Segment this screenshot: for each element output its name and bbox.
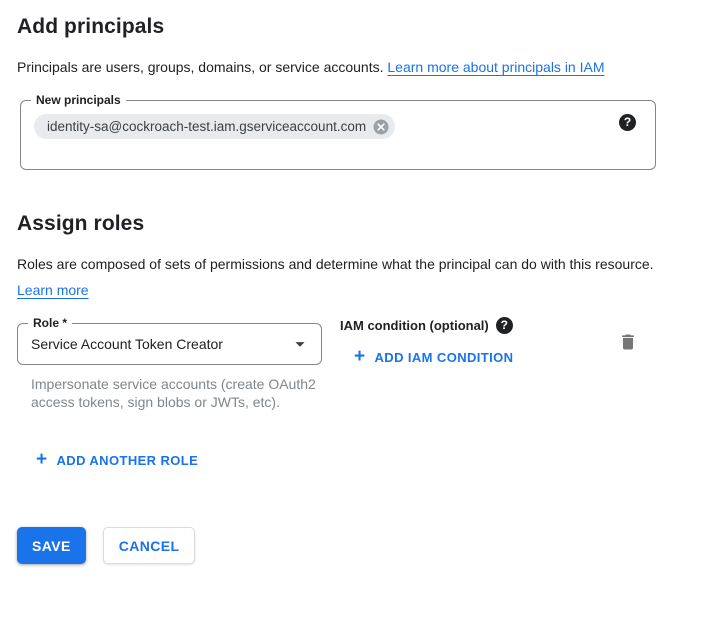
add-iam-condition-label: ADD IAM CONDITION (375, 350, 514, 365)
role-selected-value: Service Account Token Creator (31, 336, 223, 352)
role-row: Role * Service Account Token Creator Imp… (17, 323, 656, 411)
principals-description: Principals are users, groups, domains, o… (17, 54, 672, 80)
assign-roles-description: Roles are composed of sets of permission… (17, 251, 672, 303)
role-helper-text: Impersonate service accounts (create OAu… (31, 375, 323, 411)
new-principals-label: New principals (31, 92, 126, 109)
iam-condition-column: IAM condition (optional) ? + ADD IAM CON… (340, 317, 570, 368)
principal-chip-remove-button[interactable] (372, 118, 390, 136)
new-principals-help-icon[interactable]: ? (619, 114, 636, 131)
add-another-role-label: ADD ANOTHER ROLE (57, 453, 199, 468)
principal-chip-text: identity-sa@cockroach-test.iam.gservicea… (47, 119, 366, 134)
delete-role-button[interactable] (618, 332, 638, 352)
role-column: Role * Service Account Token Creator Imp… (17, 323, 322, 411)
assign-roles-description-text: Roles are composed of sets of permission… (17, 256, 654, 272)
role-select[interactable]: Role * Service Account Token Creator (17, 323, 322, 365)
principal-chip: identity-sa@cockroach-test.iam.gservicea… (34, 114, 395, 139)
principals-description-text: Principals are users, groups, domains, o… (17, 59, 387, 75)
page-title: Add principals (17, 14, 713, 40)
plus-icon: + (36, 450, 48, 469)
iam-condition-help-icon[interactable]: ? (496, 317, 513, 334)
learn-more-principals-link[interactable]: Learn more about principals in IAM (387, 59, 604, 75)
add-iam-condition-button[interactable]: + ADD IAM CONDITION (354, 348, 513, 367)
delete-role-column (618, 332, 638, 357)
dropdown-arrow-icon (289, 333, 311, 355)
iam-condition-label-row: IAM condition (optional) ? (340, 317, 570, 334)
iam-condition-label: IAM condition (optional) (340, 318, 489, 333)
learn-more-roles-link[interactable]: Learn more (17, 282, 89, 298)
trash-icon (618, 332, 638, 352)
new-principals-field[interactable]: New principals identity-sa@cockroach-tes… (20, 100, 656, 170)
cancel-button[interactable]: CANCEL (103, 527, 196, 564)
add-principals-panel: Add principals Principals are users, gro… (0, 0, 713, 629)
close-icon (372, 118, 390, 136)
add-another-role-button[interactable]: + ADD ANOTHER ROLE (36, 451, 198, 470)
save-button[interactable]: SAVE (17, 527, 86, 564)
role-label: Role * (28, 315, 72, 332)
footer-actions: SAVE CANCEL (17, 527, 713, 564)
assign-roles-title: Assign roles (17, 211, 713, 237)
plus-icon: + (354, 347, 366, 366)
